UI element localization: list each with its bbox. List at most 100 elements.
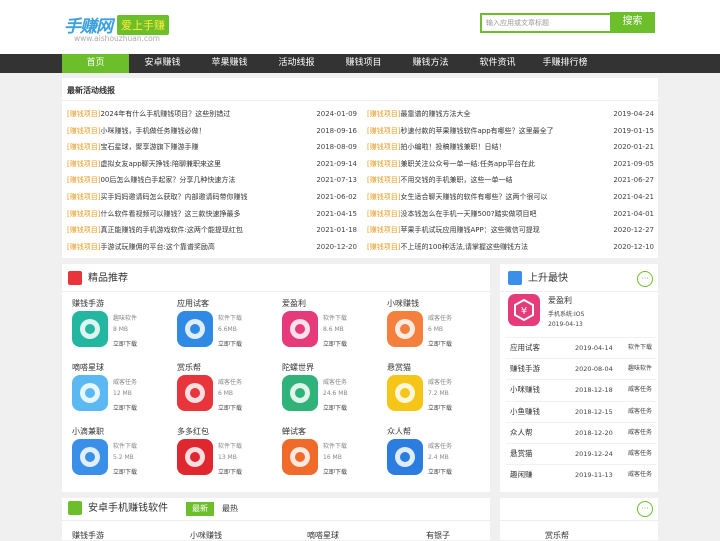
- app-card[interactable]: 赚钱手游 趣味软件 8 MB 立即下载: [72, 298, 172, 358]
- news-title-link[interactable]: 买手妈妈邀请码怎么获取？内部邀请码带你赚钱: [100, 193, 247, 201]
- app-name[interactable]: 赚钱手游: [72, 298, 104, 309]
- download-link[interactable]: 立即下载: [113, 467, 137, 476]
- news-item[interactable]: [赚钱项目]苹果手机试玩应用赚钱APP：这些微信可提现 2020-12-27: [367, 223, 654, 237]
- rising-item[interactable]: 趣闲赚 2019-11-13 威客任务: [506, 464, 656, 483]
- rising-app-name[interactable]: 小咪赚钱: [510, 382, 540, 398]
- news-item[interactable]: [赚钱项目]不上班的100种活法,请掌握这些赚钱方法 2020-12-10: [367, 240, 654, 254]
- news-item[interactable]: [赚钱项目]什么软件看视频可以赚钱？这三款快速挣最多 2021-04-15: [67, 207, 357, 221]
- top-app-name[interactable]: 爱盈利: [548, 295, 572, 306]
- download-link[interactable]: 立即下载: [323, 403, 347, 412]
- news-item[interactable]: [赚钱项目]没本钱怎么在手机一天赚500?踏实做项目吧 2021-04-01: [367, 207, 654, 221]
- nav-item-apple[interactable]: 苹果赚钱: [196, 54, 263, 73]
- search-button[interactable]: 搜索: [610, 12, 655, 33]
- download-link[interactable]: 立即下载: [218, 403, 242, 412]
- news-item[interactable]: [赚钱项目]最靠谱的赚钱方法大全 2019-04-24: [367, 107, 654, 121]
- news-title-link[interactable]: 最靠谱的赚钱方法大全: [400, 110, 470, 118]
- app-card[interactable]: 蝉试客 软件下载 16 MB 立即下载: [282, 426, 382, 486]
- news-tag[interactable]: [赚钱项目]: [367, 143, 400, 151]
- nav-item-activity[interactable]: 活动线报: [263, 54, 330, 73]
- news-tag[interactable]: [赚钱项目]: [367, 176, 400, 184]
- rising-item[interactable]: 应用试客 2019-04-14 软件下载: [506, 337, 656, 356]
- download-link[interactable]: 立即下载: [323, 467, 347, 476]
- news-tag[interactable]: [赚钱项目]: [67, 193, 100, 201]
- rising-app-name[interactable]: 赚钱手游: [510, 361, 540, 377]
- news-item[interactable]: [赚钱项目]买手妈妈邀请码怎么获取？内部邀请码带你赚钱 2021-06-02: [67, 190, 357, 204]
- download-link[interactable]: 立即下载: [323, 339, 347, 348]
- news-title-link[interactable]: 兼职关注公众号一单一结:任务app平台在此: [400, 160, 535, 168]
- rising-app-name[interactable]: 应用试客: [510, 340, 540, 356]
- more-button[interactable]: ···: [637, 501, 653, 517]
- search-input[interactable]: 输入应用或文章标题: [480, 13, 610, 33]
- nav-item-home[interactable]: 首页: [62, 54, 129, 73]
- news-tag[interactable]: [赚钱项目]: [367, 210, 400, 218]
- app-name[interactable]: 悬赏猫: [387, 362, 411, 373]
- app-name[interactable]: 陀螺世界: [282, 362, 314, 373]
- news-title-link[interactable]: 2024年有什么手机赚钱项目？这些别错过: [100, 110, 230, 118]
- reward-icon[interactable]: [177, 375, 213, 411]
- download-link[interactable]: 立即下载: [218, 467, 242, 476]
- nav-item-methods[interactable]: 赚钱方法: [397, 54, 464, 73]
- nav-item-android[interactable]: 安卓赚钱: [129, 54, 196, 73]
- news-title-link[interactable]: 虚拟女友app聊天挣钱:陪聊兼职来这里: [100, 160, 221, 168]
- planet-icon[interactable]: [72, 375, 108, 411]
- app-card[interactable]: 众人帮 威客任务 2.4 MB 立即下载: [387, 426, 487, 486]
- news-title-link[interactable]: 小咪赚钱，手机做任务赚钱必做！: [100, 127, 205, 135]
- news-item[interactable]: [赚钱项目]女生适合聊天赚钱的软件有哪些？这两个很可以 2021-04-21: [367, 190, 654, 204]
- android-app-name[interactable]: 小咪赚钱: [190, 530, 222, 541]
- app-icon-aiyingli[interactable]: ¥: [508, 294, 540, 326]
- rising-app-name[interactable]: 众人帮: [510, 425, 533, 441]
- download-link[interactable]: 立即下载: [113, 403, 137, 412]
- trial-icon[interactable]: [177, 311, 213, 347]
- news-tag[interactable]: [赚钱项目]: [367, 110, 400, 118]
- news-tag[interactable]: [赚钱项目]: [67, 110, 100, 118]
- android-app-name[interactable]: 嘀嗒星球: [307, 530, 339, 541]
- rising-item[interactable]: 赚钱手游 2020-08-04 趣味软件: [506, 358, 656, 377]
- news-item[interactable]: [赚钱项目]兼职关注公众号一单一结:任务app平台在此 2021-09-05: [367, 157, 654, 171]
- pig-icon[interactable]: [72, 439, 108, 475]
- nav-item-news[interactable]: 软件资讯: [464, 54, 531, 73]
- app-card[interactable]: 小咪赚钱 威客任务 6 MB 立即下载: [387, 298, 487, 358]
- app-name[interactable]: 众人帮: [387, 426, 411, 437]
- cat-icon[interactable]: [387, 375, 423, 411]
- more-button[interactable]: ···: [637, 271, 653, 287]
- rising-app-name[interactable]: 趣闲赚: [510, 467, 533, 483]
- help-icon[interactable]: [387, 439, 423, 475]
- yen-icon[interactable]: [282, 311, 318, 347]
- app-card[interactable]: 陀螺世界 威客任务 24.6 MB 立即下载: [282, 362, 382, 422]
- rising-item[interactable]: 众人帮 2018-12-20 威客任务: [506, 421, 656, 441]
- news-item[interactable]: [赚钱项目]拍小编啦！投稿赚钱兼职！日结！ 2020-01-21: [367, 140, 654, 154]
- app-card[interactable]: 应用试客 软件下载 6.6MB 立即下载: [177, 298, 277, 358]
- news-title-link[interactable]: 什么软件看视频可以赚钱？这三款快速挣最多: [100, 210, 240, 218]
- news-tag[interactable]: [赚钱项目]: [67, 210, 100, 218]
- news-tag[interactable]: [赚钱项目]: [367, 243, 400, 251]
- tab-newest[interactable]: 最新: [186, 502, 214, 516]
- download-link[interactable]: 立即下载: [428, 467, 452, 476]
- nav-item-ranking[interactable]: 手赚排行榜: [531, 54, 599, 73]
- news-title-link[interactable]: 不用交钱的手机兼职，这些一单一结: [400, 176, 512, 184]
- app-name[interactable]: 小滴兼职: [72, 426, 104, 437]
- tab-hottest[interactable]: 最热: [216, 502, 244, 516]
- app-name[interactable]: 应用试客: [177, 298, 209, 309]
- rising-item[interactable]: 悬赏猫 2019-12-24 威客任务: [506, 443, 656, 462]
- news-title-link[interactable]: 秒速付款的苹果赚钱软件app有哪些？这里最全了: [400, 127, 553, 135]
- news-item[interactable]: [赚钱项目]不用交钱的手机兼职，这些一单一结 2021-06-27: [367, 173, 654, 187]
- rising-item[interactable]: 小咪赚钱 2018-12-18 威客任务: [506, 379, 656, 398]
- cicada-icon[interactable]: [282, 439, 318, 475]
- app-card[interactable]: 嘀嗒星球 威客任务 12 MB 立即下载: [72, 362, 172, 422]
- dinosaur-icon[interactable]: [282, 375, 318, 411]
- news-tag[interactable]: [赚钱项目]: [67, 160, 100, 168]
- download-link[interactable]: 立即下载: [218, 339, 242, 348]
- app-name[interactable]: 赏乐帮: [177, 362, 201, 373]
- app-name[interactable]: 多多红包: [177, 426, 209, 437]
- news-tag[interactable]: [赚钱项目]: [67, 226, 100, 234]
- game-controller-icon[interactable]: [72, 311, 108, 347]
- rising-app-name[interactable]: 悬赏猫: [510, 446, 533, 462]
- app-name[interactable]: 嘀嗒星球: [72, 362, 104, 373]
- news-tag[interactable]: [赚钱项目]: [67, 176, 100, 184]
- news-title-link[interactable]: 不上班的100种活法,请掌握这些赚钱方法: [400, 243, 528, 251]
- red-envelope-icon[interactable]: [177, 439, 213, 475]
- news-title-link[interactable]: 苹果手机试玩应用赚钱APP：这些微信可提现: [400, 226, 539, 234]
- download-link[interactable]: 立即下载: [428, 339, 452, 348]
- news-item[interactable]: [赚钱项目]虚拟女友app聊天挣钱:陪聊兼职来这里 2021-09-14: [67, 157, 357, 171]
- app-card[interactable]: 赏乐帮 威客任务 6 MB 立即下载: [177, 362, 277, 422]
